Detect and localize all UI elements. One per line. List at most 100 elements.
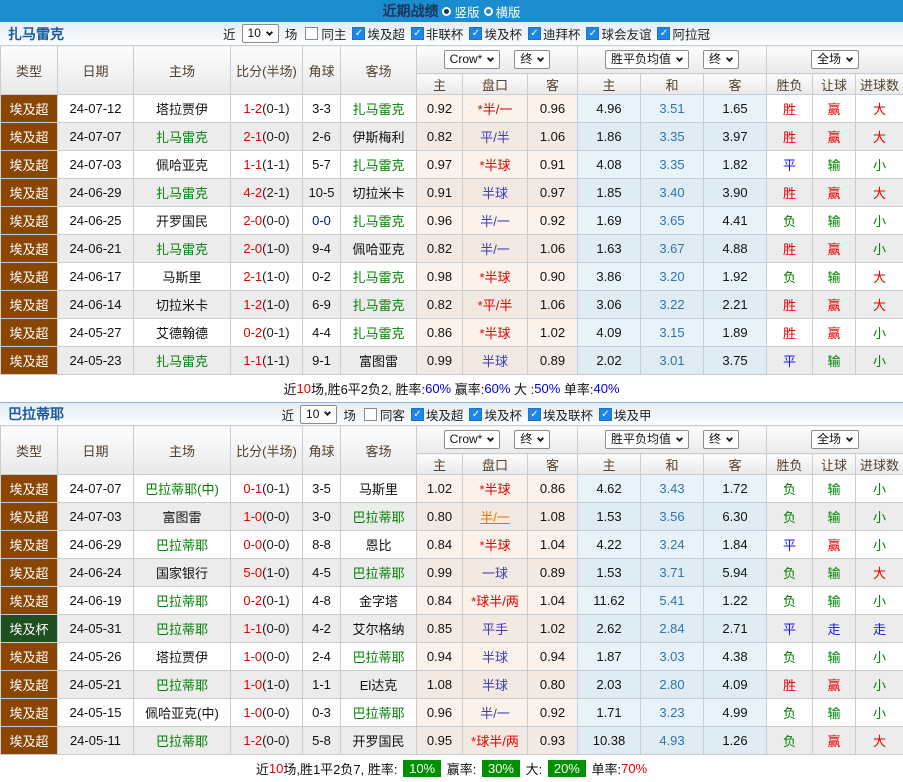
same-venue-checkbox[interactable] (364, 408, 377, 421)
avg-home-cell: 3.06 (578, 291, 641, 319)
goals-cell: 小 (856, 475, 903, 503)
score-cell: 1-0(0-0) (231, 503, 303, 531)
avg-home-cell: 1.86 (578, 123, 641, 151)
handicap-result-cell: 赢 (813, 319, 856, 347)
league-checkbox-0[interactable]: ✓ (411, 408, 424, 421)
scope-select[interactable]: 全场 (811, 430, 859, 449)
full-score: 1-0 (243, 649, 262, 664)
half-score: (0-1) (262, 101, 289, 116)
recent-count-select[interactable]: 10 (242, 24, 279, 43)
away-odds-cell: 0.86 (528, 475, 578, 503)
corner-cell: 4-2 (303, 615, 341, 643)
table-head: 类型日期主场比分(半场)角球客场Crow*终胜平负均值终全场主盘口客主和客胜负让… (1, 46, 903, 95)
bookmaker-select[interactable]: Crow* (444, 430, 501, 449)
avg-home-cell: 1.53 (578, 559, 641, 587)
home-team-cell: 巴拉蒂耶 (134, 531, 231, 559)
full-score: 5-0 (243, 565, 262, 580)
away-team-cell: 巴拉蒂耶 (341, 503, 417, 531)
result-cell: 胜 (767, 123, 813, 151)
summary-value: 70% (621, 761, 647, 776)
team-section-zamalek: 扎马雷克 近10场同主✓埃及超✓非联杯✓埃及杯✓迪拜杯✓球会友谊✓阿拉冠 类型日… (0, 22, 903, 402)
away-team-cell: 巴拉蒂耶 (341, 699, 417, 727)
result-cell: 平 (767, 151, 813, 179)
vertical-layout-label[interactable]: 竖版 (454, 2, 479, 21)
handicap-result-cell: 赢 (813, 235, 856, 263)
league-label-1: 非联杯 (426, 24, 464, 43)
scope-select[interactable]: 全场 (811, 50, 859, 69)
goals-cell: 大 (856, 559, 903, 587)
half-score: (2-1) (262, 185, 289, 200)
home-odds-cell: 0.84 (417, 531, 463, 559)
result-cell: 平 (767, 615, 813, 643)
handicap-result-cell: 输 (813, 347, 856, 375)
date-cell: 24-05-11 (58, 727, 134, 755)
corner-cell: 4-8 (303, 587, 341, 615)
league-checkbox-1[interactable]: ✓ (411, 27, 424, 40)
horizontal-layout-label[interactable]: 横版 (496, 2, 521, 21)
avg-draw-cell: 3.15 (641, 319, 704, 347)
half-score: (1-0) (262, 297, 289, 312)
team-name: 扎马雷克 (0, 24, 150, 44)
table-row: 埃及超24-07-03富图雷1-0(0-0)3-0巴拉蒂耶0.80半/一1.08… (1, 503, 903, 531)
league-checkbox-5[interactable]: ✓ (657, 27, 670, 40)
same-venue-checkbox[interactable] (305, 27, 318, 40)
away-team-cell: 佩哈亚克 (341, 235, 417, 263)
corner-cell: 2-6 (303, 123, 341, 151)
recent-count-select-value: 10 (306, 407, 319, 422)
home-odds-cell: 0.82 (417, 291, 463, 319)
vertical-layout-radio[interactable] (442, 7, 451, 16)
home-team-cell: 扎马雷克 (134, 347, 231, 375)
summary-value: 20% (548, 760, 586, 777)
sub-column-header-1: 盘口 (463, 74, 528, 95)
league-label-2: 埃及杯 (484, 24, 522, 43)
avg-type-select[interactable]: 胜平负均值 (605, 50, 689, 69)
handicap-cell: 半球 (463, 671, 528, 699)
half-score: (0-0) (262, 537, 289, 552)
scope-select-group: 全场 (767, 426, 903, 454)
avg-home-cell: 1.87 (578, 643, 641, 671)
column-header-4: 角球 (303, 426, 341, 475)
league-checkbox-2[interactable]: ✓ (469, 27, 482, 40)
handicap-result-cell: 输 (813, 263, 856, 291)
odds-time-select[interactable]: 终 (514, 430, 550, 449)
home-team-cell: 巴拉蒂耶 (134, 587, 231, 615)
column-header-3: 比分(半场) (231, 426, 303, 475)
goals-cell: 小 (856, 587, 903, 615)
avg-away-cell: 6.30 (704, 503, 767, 531)
type-cell: 埃及超 (1, 263, 58, 291)
corner-cell: 5-8 (303, 727, 341, 755)
sub-column-header-6: 胜负 (767, 454, 813, 475)
avg-time-select[interactable]: 终 (703, 50, 739, 69)
horizontal-layout-radio[interactable] (484, 7, 493, 16)
league-label-0: 埃及超 (367, 24, 405, 43)
avg-home-cell: 3.86 (578, 263, 641, 291)
date-cell: 24-07-07 (58, 123, 134, 151)
league-label-1: 埃及杯 (484, 405, 522, 424)
bookmaker-select[interactable]: Crow* (444, 50, 501, 69)
recent-count-select[interactable]: 10 (300, 405, 337, 424)
league-checkbox-2[interactable]: ✓ (528, 408, 541, 421)
league-checkbox-4[interactable]: ✓ (586, 27, 599, 40)
header-row-groups: 类型日期主场比分(半场)角球客场Crow*终胜平负均值终全场 (1, 426, 903, 454)
league-checkbox-3[interactable]: ✓ (599, 408, 612, 421)
league-checkbox-0[interactable]: ✓ (352, 27, 365, 40)
avg-draw-cell: 3.35 (641, 151, 704, 179)
avg-type-select[interactable]: 胜平负均值 (605, 430, 689, 449)
bookmaker-select-value: Crow* (450, 432, 483, 447)
chevron-down-icon (726, 54, 733, 61)
avg-time-select[interactable]: 终 (703, 430, 739, 449)
date-cell: 24-07-03 (58, 503, 134, 531)
handicap-cell: 一球 (463, 559, 528, 587)
handicap-cell: *半球 (463, 151, 528, 179)
table-row: 埃及杯24-05-31巴拉蒂耶1-1(0-0)4-2艾尔格纳0.85平手1.02… (1, 615, 903, 643)
goals-cell: 大 (856, 291, 903, 319)
odds-time-select[interactable]: 终 (514, 50, 550, 69)
away-team-cell: 巴拉蒂耶 (341, 559, 417, 587)
table-row: 埃及超24-06-21扎马雷克2-0(1-0)9-4佩哈亚克0.82半/一1.0… (1, 235, 903, 263)
league-checkbox-3[interactable]: ✓ (528, 27, 541, 40)
league-checkbox-1[interactable]: ✓ (469, 408, 482, 421)
avg-draw-cell: 3.23 (641, 699, 704, 727)
column-header-0: 类型 (1, 426, 58, 475)
score-cell: 0-2(0-1) (231, 587, 303, 615)
avg-time-select-value: 终 (709, 52, 721, 67)
